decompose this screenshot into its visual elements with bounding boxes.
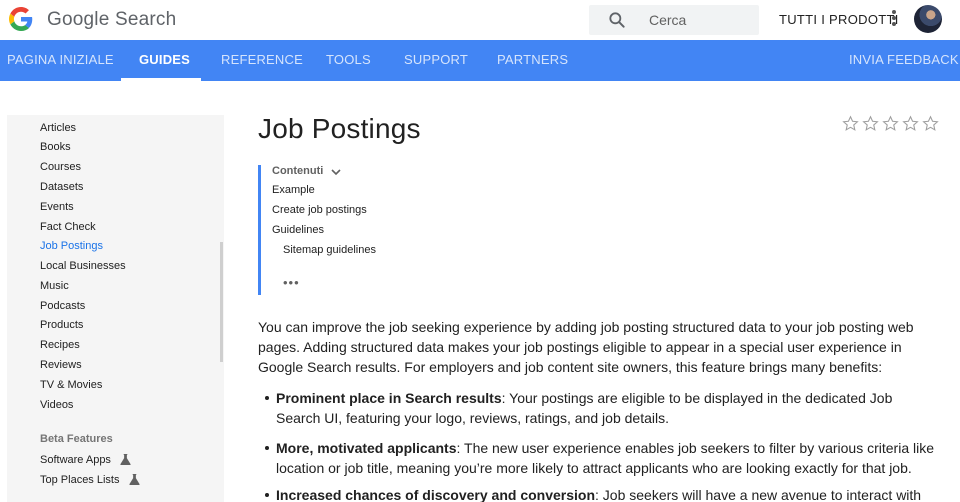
benefit-title: More, motivated applicants (276, 440, 457, 456)
avatar[interactable] (914, 5, 942, 33)
list-item: More, motivated applicants: The new user… (265, 438, 940, 478)
sidebar-item-label: Top Places Lists (40, 474, 120, 486)
sidebar-beta-heading: Beta Features (40, 433, 113, 445)
sidebar-item-books[interactable]: Books (40, 139, 71, 155)
beaker-icon (120, 454, 131, 465)
benefit-title: Prominent place in Search results (276, 390, 502, 406)
sidebar-item-datasets[interactable]: Datasets (40, 179, 83, 195)
list-item: Prominent place in Search results: Your … (265, 388, 940, 428)
sidebar-item-podcasts[interactable]: Podcasts (40, 298, 85, 314)
sidebar-scrollbar[interactable] (220, 242, 223, 362)
sidebar-item-tv-movies[interactable]: TV & Movies (40, 377, 102, 393)
search-box[interactable] (589, 5, 759, 35)
google-logo-icon[interactable] (9, 7, 33, 31)
sidebar-item-courses[interactable]: Courses (40, 159, 81, 175)
toc-item-sitemap-guidelines[interactable]: Sitemap guidelines (283, 244, 376, 256)
sidebar-item-reviews[interactable]: Reviews (40, 357, 82, 373)
sidebar-item-local-businesses[interactable]: Local Businesses (40, 258, 126, 274)
all-products-link[interactable]: TUTTI I PRODOTTI (779, 12, 899, 27)
more-vert-icon[interactable] (891, 10, 897, 30)
page-rating[interactable] (842, 115, 942, 135)
nav-support[interactable]: SUPPORT (404, 40, 468, 81)
star-icon[interactable] (842, 115, 859, 132)
feedback-link[interactable]: INVIA FEEDBACK (849, 40, 959, 81)
toc-item-example[interactable]: Example (272, 184, 315, 196)
sidebar-item-fact-check[interactable]: Fact Check (40, 219, 96, 235)
sidebar-item-music[interactable]: Music (40, 278, 69, 294)
sidebar-item-products[interactable]: Products (40, 317, 83, 333)
intro-paragraph: You can improve the job seeking experien… (258, 319, 914, 375)
brand-title[interactable]: Google Search (47, 9, 176, 31)
search-input[interactable] (649, 10, 753, 30)
nav-home[interactable]: PAGINA INIZIALE (7, 40, 114, 81)
page-title: Job Postings (258, 113, 421, 144)
nav-active-indicator (121, 78, 201, 81)
main-nav: PAGINA INIZIALE GUIDES REFERENCE TOOLS S… (0, 40, 960, 81)
sidebar-item-recipes[interactable]: Recipes (40, 337, 80, 353)
beaker-icon (128, 474, 140, 485)
star-icon[interactable] (902, 115, 919, 132)
sidebar-item-events[interactable]: Events (40, 199, 74, 215)
list-item: Increased chances of discovery and conve… (265, 485, 940, 502)
sidebar-item-software-apps[interactable]: Software Apps (40, 452, 131, 468)
sidebar-item-videos[interactable]: Videos (40, 397, 73, 413)
top-header: Google Search TUTTI I PRODOTTI (0, 0, 960, 40)
sidebar-item-label: Software Apps (40, 454, 111, 466)
star-icon[interactable] (862, 115, 879, 132)
toc-item-guidelines[interactable]: Guidelines (272, 224, 324, 236)
star-icon[interactable] (922, 115, 939, 132)
star-icon[interactable] (882, 115, 899, 132)
toc-heading[interactable]: Contenuti (272, 165, 323, 177)
nav-tools[interactable]: TOOLS (326, 40, 371, 81)
sidebar-item-job-postings[interactable]: Job Postings (40, 238, 103, 254)
nav-guides[interactable]: GUIDES (139, 40, 190, 81)
sidebar-item-top-places-lists[interactable]: Top Places Lists (40, 472, 140, 488)
nav-partners[interactable]: PARTNERS (497, 40, 568, 81)
table-of-contents: Contenuti Example Create job postings Gu… (258, 165, 458, 295)
nav-reference[interactable]: REFERENCE (221, 40, 303, 81)
search-icon[interactable] (607, 10, 627, 30)
toc-more[interactable]: ••• (283, 275, 300, 290)
toc-item-create-job-postings[interactable]: Create job postings (272, 204, 367, 216)
chevron-down-icon[interactable] (331, 169, 341, 176)
sidebar-item-articles[interactable]: Articles (40, 120, 76, 136)
benefit-title: Increased chances of discovery and conve… (276, 487, 596, 502)
